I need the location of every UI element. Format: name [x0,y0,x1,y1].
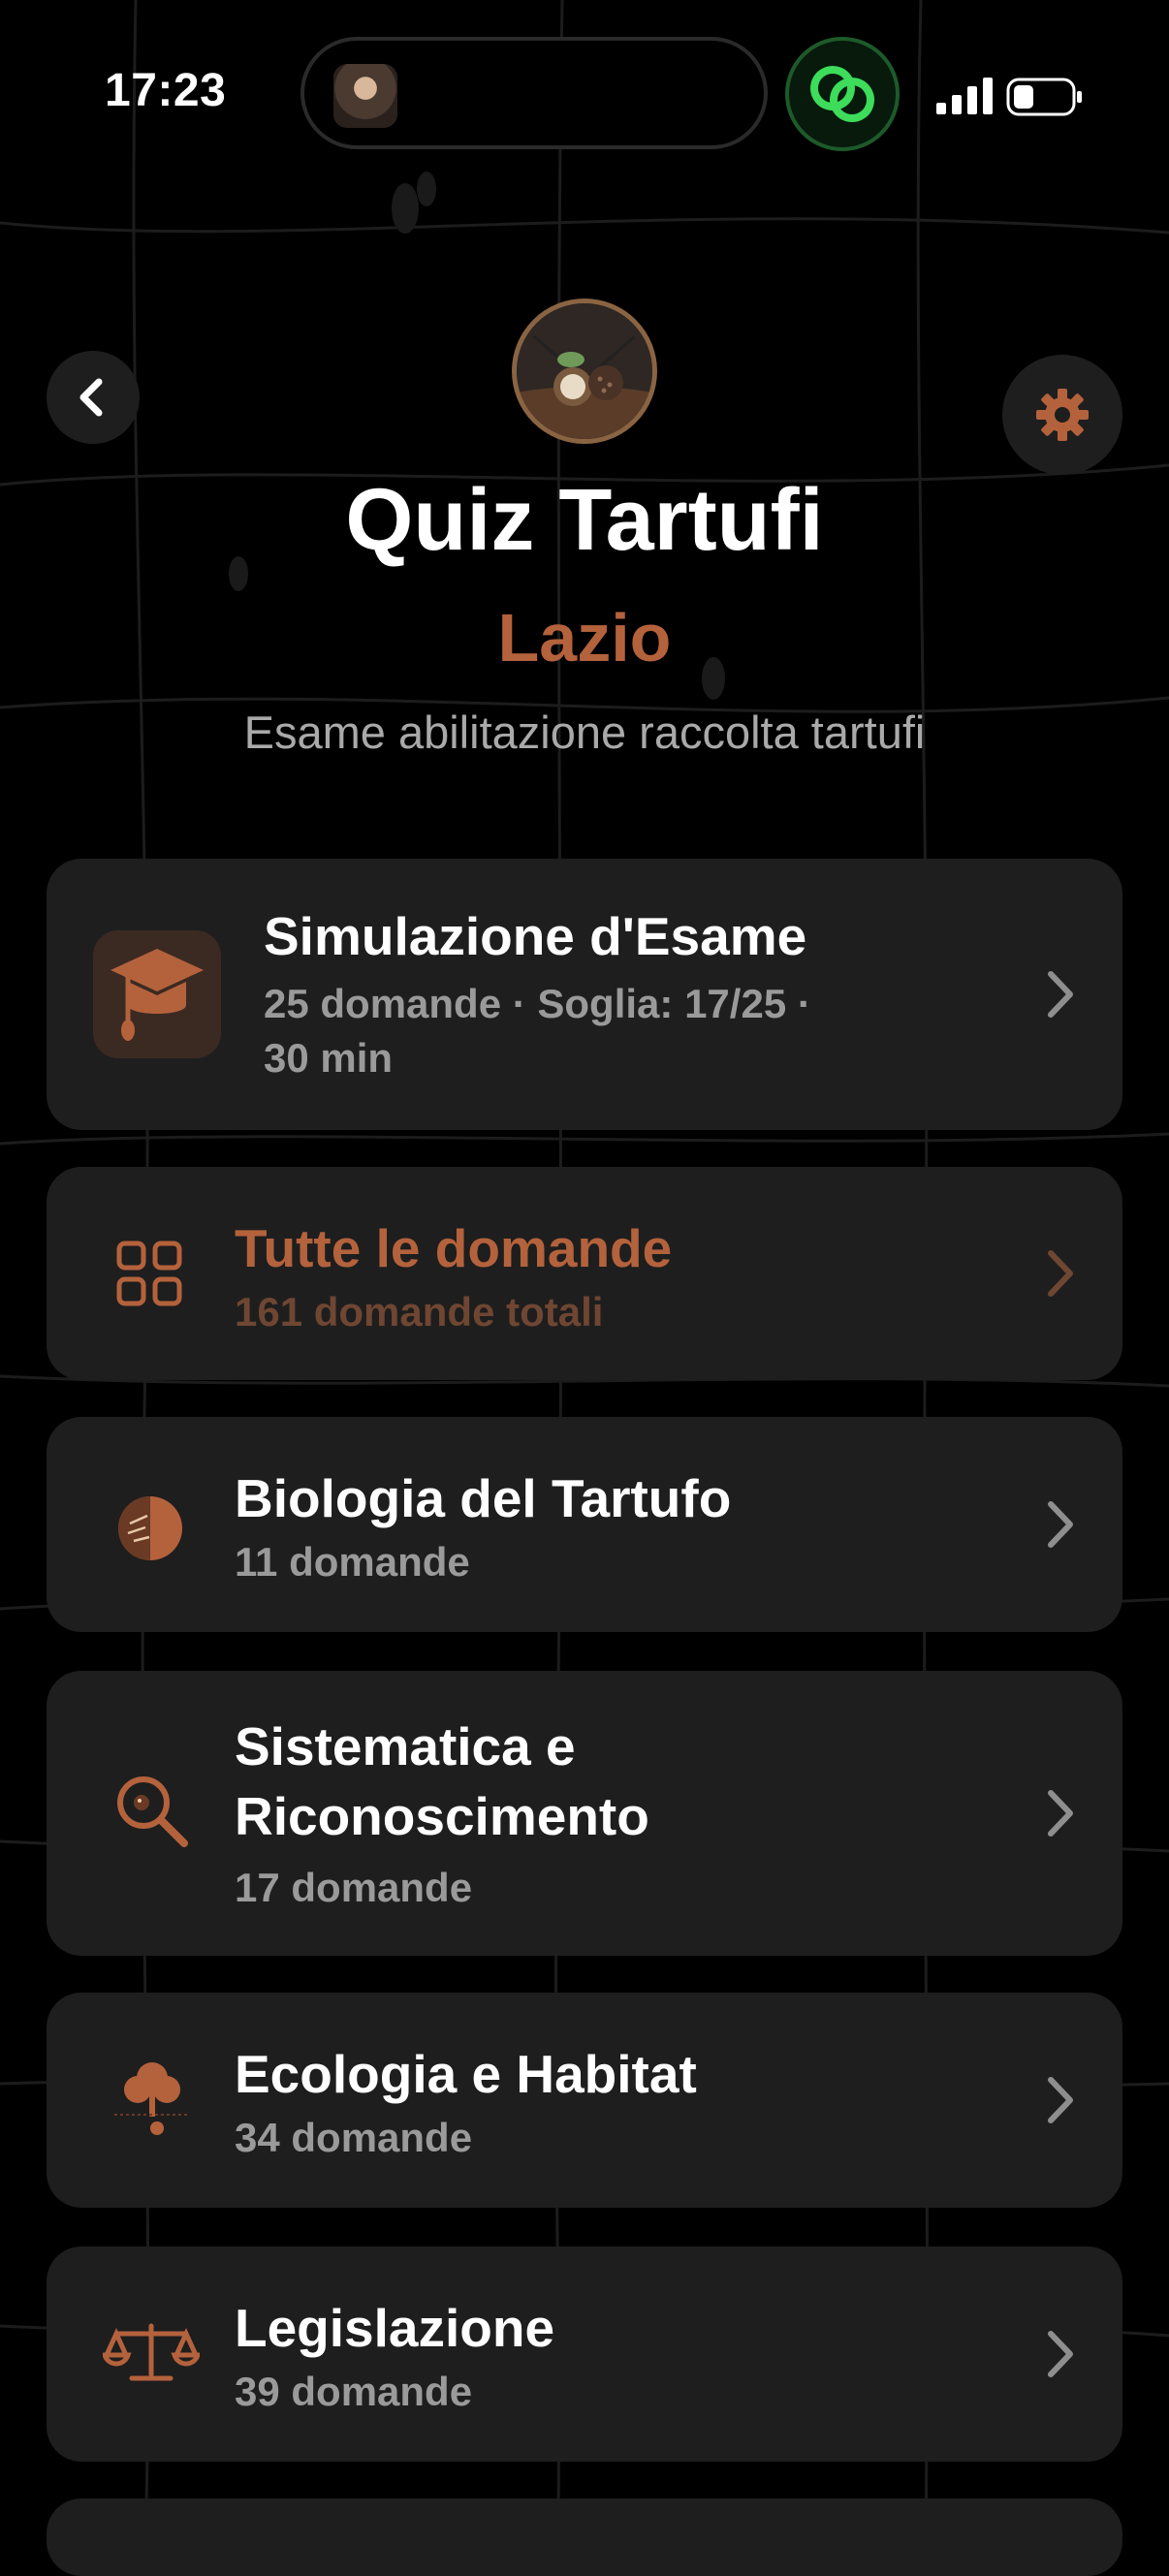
all-questions-count: 161 domande totali [235,1289,604,1335]
category-title-line1: Sistematica e [235,1716,576,1776]
battery-icon [1006,78,1082,116]
tree-icon [114,2062,190,2135]
category-title: Biologia del Tartufo [235,1468,732,1528]
status-time: 17:23 [105,65,227,116]
category-count: 34 domande [235,2115,473,2160]
settings-button[interactable] [1002,355,1122,475]
next-category-card[interactable] [47,2498,1122,2576]
category-title: Ecologia e Habitat [235,2044,697,2104]
region-label: Lazio [497,600,672,675]
category-title: Legislazione [235,2298,555,2358]
chevron-left-icon [79,378,103,417]
all-questions-title: Tutte le domande [235,1218,673,1278]
app-logo [512,298,657,444]
exam-card-duration: 30 min [264,1035,394,1081]
category-card-legislazione[interactable]: Legislazione 39 domande [47,2246,1122,2462]
category-card-ecologia[interactable]: Ecologia e Habitat 34 domande [47,1993,1122,2208]
category-count: 17 domande [235,1865,473,1910]
chevron-right-icon [1048,2077,1073,2123]
category-count: 11 domande [235,1539,470,1585]
cellular-signal-icon [936,78,993,114]
magnifier-icon [117,1776,188,1847]
chevron-right-icon [1048,1250,1073,1297]
scales-icon [103,2323,200,2381]
category-card-sistematica[interactable]: Sistematica e Riconoscimento 17 domande [47,1671,1122,1956]
link-activity-icon [785,37,900,151]
chevron-right-icon [1048,971,1073,1018]
category-card-biologia[interactable]: Biologia del Tartufo 11 domande [47,1417,1122,1632]
truffle-section-icon [118,1496,182,1560]
all-questions-card[interactable]: Tutte le domande 161 domande totali [47,1167,1122,1380]
graduation-cap-icon [111,949,204,1041]
page-title: Quiz Tartufi [345,472,824,569]
exam-card-details: 25 domande · Soglia: 17/25 · [264,981,811,1026]
chevron-right-icon [1048,1790,1073,1837]
exam-simulation-card[interactable]: Simulazione d'Esame 25 domande · Soglia:… [47,859,1122,1130]
gear-icon [1036,389,1089,441]
island-avatar [333,64,397,128]
page-tagline: Esame abilitazione raccolta tartufi [243,707,926,758]
exam-card-title: Simulazione d'Esame [264,906,807,966]
dynamic-island [300,37,768,149]
category-title-line2: Riconoscimento [235,1786,649,1846]
grid-icon [116,1241,182,1306]
back-button[interactable] [47,351,140,444]
category-count: 39 domande [235,2369,473,2414]
exam-icon-box [93,930,221,1058]
status-bar: 17:23 [0,0,1169,194]
chevron-right-icon [1048,1501,1073,1548]
chevron-right-icon [1048,2331,1073,2377]
